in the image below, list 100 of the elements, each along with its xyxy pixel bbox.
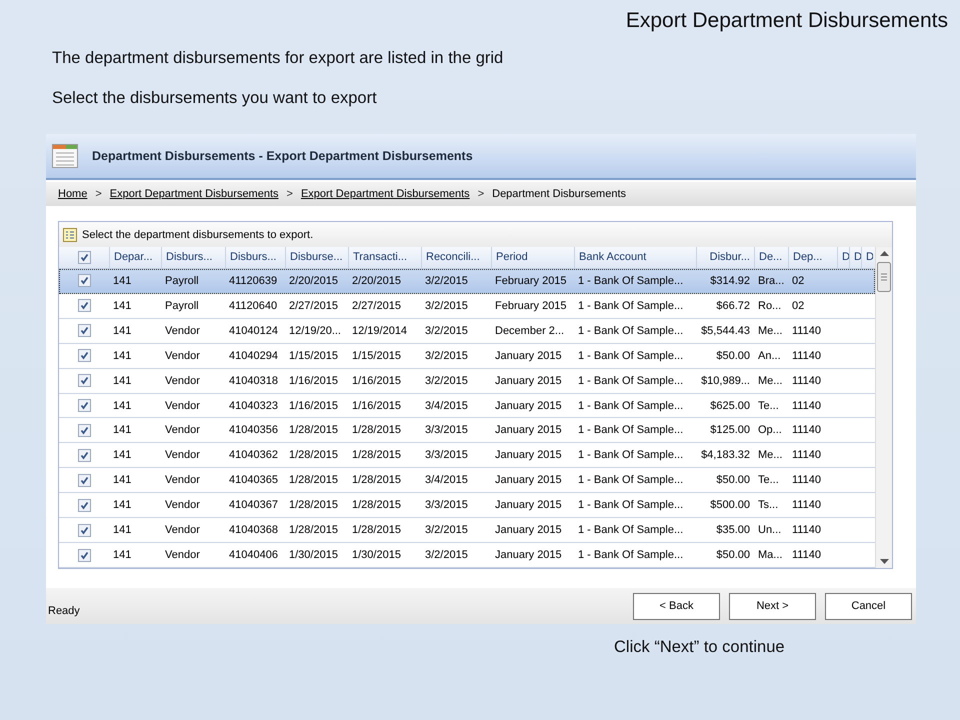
table-cell-text: 3/4/2015 (424, 473, 469, 488)
table-cell-text: An... (757, 348, 782, 364)
table-cell-text: Ma... (757, 548, 784, 564)
breadcrumb-separator: > (478, 188, 484, 200)
column-header[interactable]: Disburs... (161, 247, 225, 268)
table-cell-text: 1 - Bank Of Sample... (577, 398, 684, 414)
checkbox[interactable] (78, 548, 90, 562)
checkbox[interactable] (78, 524, 90, 537)
table-cell-text: 1/30/2015 (351, 548, 402, 564)
table-cell-text: 3/2/2015 (424, 523, 469, 538)
table-cell-text: 141 (112, 298, 132, 314)
table-cell-text: 41040318 (228, 374, 279, 389)
slide-text: Select the disbursements you want to export (52, 89, 378, 108)
table-cell-text: Me... (757, 448, 784, 464)
table-cell-text: $50.00 (715, 548, 751, 564)
column-header[interactable]: Disburs... (225, 247, 285, 268)
breadcrumb-separator: > (286, 188, 293, 200)
table-cell-text: 11140 (791, 374, 822, 389)
table-cell-text: 3/2/2015 (424, 348, 469, 364)
table-cell-text: 1/28/2015 (351, 423, 402, 438)
table-cell-text: 3/2/2015 (424, 274, 469, 289)
table-cell-text: 3/3/2015 (424, 448, 469, 464)
table-cell-text: Vendor (164, 448, 201, 464)
table-cell-text: Payroll (164, 298, 200, 314)
scrollbar[interactable] (875, 247, 892, 568)
table-cell-text: 41040323 (228, 398, 279, 414)
table-cell-text: 141 (112, 548, 132, 564)
table-cell-text: Vendor (164, 523, 201, 538)
table-cell-text: $35.00 (715, 523, 751, 538)
table-cell-text: Te... (757, 398, 780, 414)
column-header[interactable]: Depar... (109, 247, 161, 268)
checkbox[interactable] (78, 448, 90, 462)
table-cell-text: 141 (112, 348, 132, 364)
table-cell-text: January 2015 (494, 423, 563, 438)
checkbox[interactable] (78, 474, 90, 487)
table-cell-text: 3/2/2015 (424, 298, 469, 314)
breadcrumb-link[interactable]: Export Department Disbursements (300, 188, 470, 200)
table-cell-text: 1 - Bank Of Sample... (577, 498, 684, 514)
column-header[interactable]: Bank Account (574, 247, 696, 268)
table-cell-text: 3/2/2015 (424, 548, 469, 564)
table-cell-text: February 2015 (494, 274, 568, 289)
table-row[interactable]: 141 Vendor 41040294 1/15/2015 1/15/2015 3/2/2015 January 2015 1 - Bank Of Sample... $50.00 An... 11140 (59, 344, 875, 369)
breadcrumb-link[interactable]: Home (58, 188, 88, 200)
window-title: Department Disbursements - Export Department Disbursements (92, 149, 473, 163)
table-cell-text: 141 (112, 374, 132, 389)
table-cell-text: 1/28/2015 (288, 523, 339, 538)
table-cell-text: 3/2/2015 (424, 324, 469, 339)
wizard-button[interactable]: Cancel (825, 592, 912, 620)
table-cell-text: 41040356 (228, 423, 279, 438)
column-header[interactable]: Disbur... (696, 247, 754, 268)
table-cell-text: 141 (112, 448, 132, 464)
table-cell-text: 11140 (791, 523, 822, 538)
table-cell-text: 141 (112, 498, 132, 514)
table-cell-text: $4,183.32 (700, 448, 751, 464)
table-cell-text: $10,989... (700, 374, 751, 389)
checkbox[interactable] (78, 424, 90, 437)
checkbox[interactable] (78, 374, 90, 388)
checkbox[interactable] (78, 324, 90, 338)
checkbox[interactable] (78, 299, 90, 312)
table-cell-text: $5,544.43 (700, 324, 751, 339)
table-cell-text: 2/27/2015 (351, 298, 402, 314)
table-cell-text: $66.72 (715, 298, 751, 314)
checkbox[interactable] (78, 349, 90, 362)
checkbox[interactable] (78, 498, 90, 512)
breadcrumb-link[interactable]: Export Department Disbursements (110, 188, 279, 200)
panel-title: Select the department disbursements to export. (82, 228, 314, 240)
table-cell-text: Vendor (164, 398, 201, 414)
table-row[interactable]: 141 Payroll 41120639 2/20/2015 2/20/2015 3/2/2015 February 2015 1 - Bank Of Sample... $314.92 Bra... 02 (59, 268, 875, 294)
table-cell-text: 11140 (791, 423, 822, 438)
wizard-button[interactable]: < Back (633, 592, 720, 620)
column-header[interactable]: Disburse... (285, 247, 348, 268)
column-header[interactable]: Dep... (788, 247, 837, 268)
table-cell-text: 1/16/2015 (351, 398, 402, 414)
checkbox[interactable] (78, 274, 90, 288)
table-cell-text: 11140 (791, 448, 822, 464)
column-header[interactable]: De... (754, 247, 788, 268)
table-cell-text: 1/28/2015 (351, 498, 402, 514)
scroll-thumb[interactable] (877, 262, 891, 292)
scroll-down-icon[interactable] (880, 559, 888, 564)
column-header[interactable]: Reconcili... (421, 247, 491, 268)
scroll-up-icon[interactable] (880, 251, 888, 256)
table-cell-text: Ts... (757, 498, 780, 514)
table-cell-text: Vendor (164, 324, 201, 339)
window-app-icon (52, 144, 78, 168)
table-row[interactable]: 141 Vendor 41040323 1/16/2015 1/16/2015 3/4/2015 January 2015 1 - Bank Of Sample... $625.00 Te... 11140 (59, 394, 875, 418)
table-row[interactable]: 141 Vendor 41040318 1/16/2015 1/16/2015 3/2/2015 January 2015 1 - Bank Of Sample... $10,989... Me... 11140 (59, 368, 875, 394)
table-cell-text: 1/30/2015 (288, 548, 339, 564)
wizard-button[interactable]: Next > (729, 592, 816, 620)
checkbox[interactable] (78, 250, 90, 264)
table-cell-text: 1/16/2015 (288, 398, 339, 414)
table-cell-text: Vendor (164, 548, 201, 564)
column-header[interactable]: Transacti... (348, 247, 421, 268)
table-cell-text: January 2015 (494, 548, 563, 564)
table-cell-text: Vendor (164, 498, 201, 514)
column-header[interactable]: Period (491, 247, 574, 268)
table-cell-text: 2/27/2015 (288, 298, 339, 314)
table-cell-text: Un... (757, 523, 782, 538)
table-cell-text: 1/28/2015 (288, 473, 339, 488)
table-cell-text: 1/28/2015 (351, 473, 402, 488)
checkbox[interactable] (78, 399, 90, 412)
